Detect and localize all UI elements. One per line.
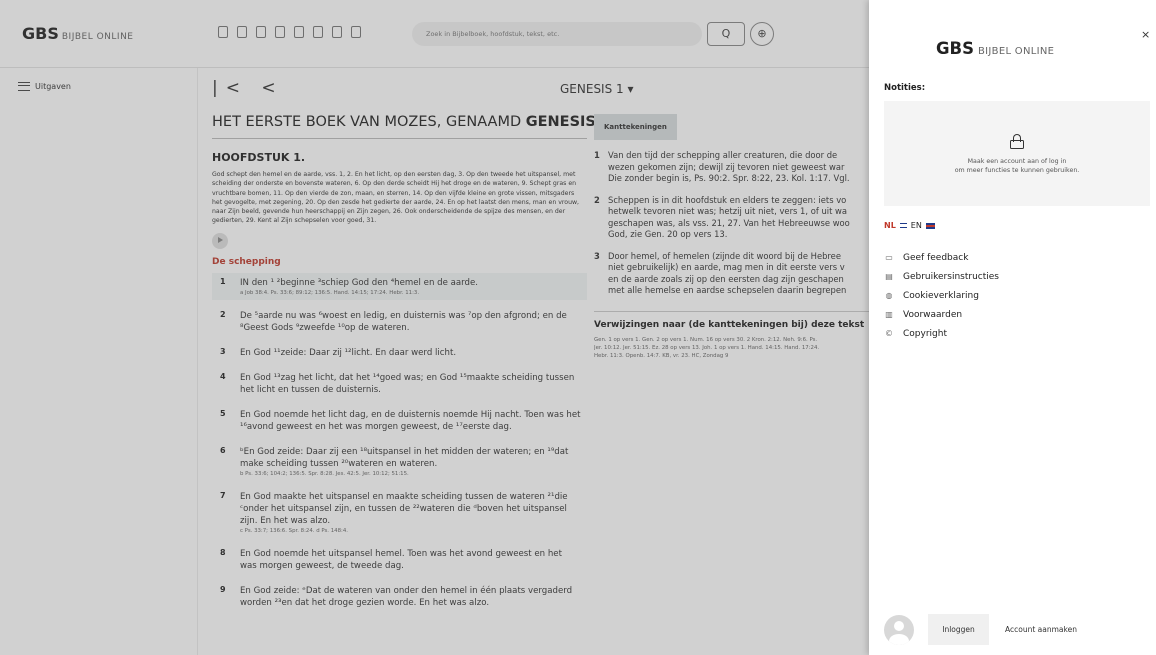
equals-icon	[899, 223, 907, 228]
lang-en[interactable]: EN	[911, 221, 922, 230]
login-button[interactable]: Inloggen	[928, 614, 989, 645]
notes-login-box: Maak een account aan of log in om meer f…	[884, 101, 1150, 206]
uk-flag-icon	[925, 222, 935, 229]
cookie-icon: ◍	[885, 291, 893, 300]
panel-link-voorwaarden[interactable]: ▥ Voorwaarden	[884, 305, 999, 324]
copyright-icon: ©	[885, 329, 893, 338]
panel-logo-main: GBS	[936, 39, 975, 58]
language-switch: NL EN	[884, 221, 935, 230]
panel-link-label: Voorwaarden	[903, 309, 963, 320]
avatar	[884, 615, 914, 645]
panel-links: ▭ Geef feedback ▤ Gebruikersinstructies ◍ Coo…	[884, 248, 999, 343]
panel-link-label: Geef feedback	[903, 252, 969, 263]
panel-link-cookieverklaring[interactable]: ◍ Cookieverklaring	[884, 286, 999, 305]
comment-icon: ▭	[885, 253, 893, 262]
notes-message-line-2: om meer functies te kunnen gebruiken.	[954, 167, 1080, 174]
account-panel: GBS BIJBEL ONLINE × Notities: Maak een ac…	[869, 0, 1156, 655]
lang-nl[interactable]: NL	[884, 221, 896, 230]
document-icon: ▤	[885, 272, 893, 281]
panel-link-copyright[interactable]: © Copyright	[884, 324, 999, 343]
lock-icon	[1010, 134, 1024, 149]
dim-overlay[interactable]	[0, 0, 869, 655]
panel-link-gebruikersinstructies[interactable]: ▤ Gebruikersinstructies	[884, 267, 999, 286]
panel-logo: GBS BIJBEL ONLINE	[936, 39, 1054, 58]
panel-link-geef-feedback[interactable]: ▭ Geef feedback	[884, 248, 999, 267]
create-account-link[interactable]: Account aanmaken	[1005, 625, 1077, 634]
panel-link-label: Gebruikersinstructies	[903, 271, 999, 282]
notes-message: Maak een account aan of log in om meer f…	[884, 157, 1150, 175]
notes-message-line-1: Maak een account aan of log in	[967, 158, 1067, 165]
panel-logo-sub: BIJBEL ONLINE	[978, 46, 1055, 57]
panel-link-label: Cookieverklaring	[903, 290, 979, 301]
notes-title: Notities:	[884, 83, 926, 93]
panel-link-label: Copyright	[903, 328, 947, 339]
book-icon: ▥	[885, 310, 893, 319]
close-icon[interactable]: ×	[1141, 28, 1150, 41]
